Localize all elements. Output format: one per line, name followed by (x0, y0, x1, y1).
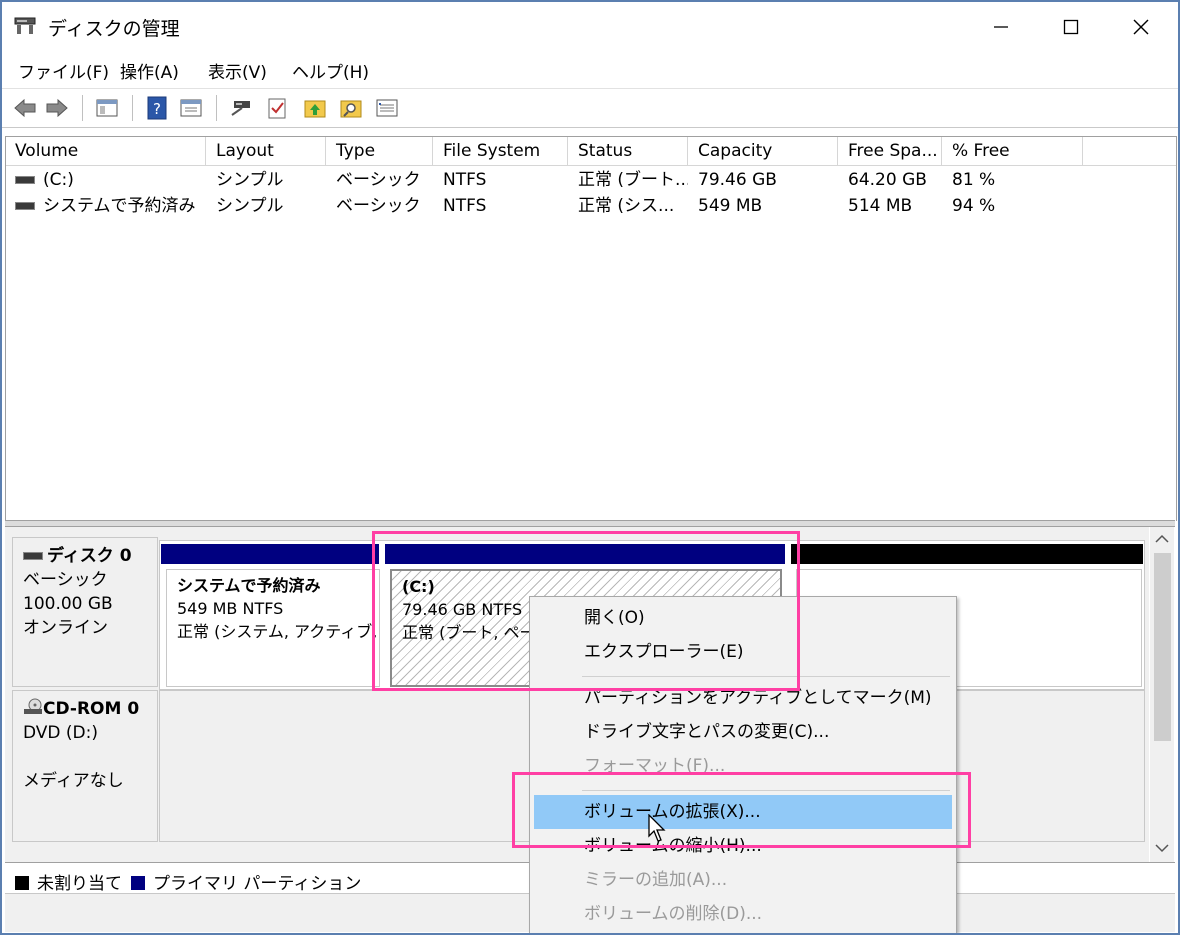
disk-icon (23, 552, 43, 560)
cell-status: 正常 (ブート... (578, 170, 688, 190)
legend-unallocated: 未割り当て (15, 869, 122, 894)
cdrom0-label[interactable]: CD-ROM 0 DVD (D:) メディアなし (12, 690, 158, 842)
connect-icon[interactable] (228, 95, 254, 121)
column-capacity[interactable]: Capacity (689, 137, 838, 165)
unallocated-bar (791, 544, 1143, 564)
window-title: ディスクの管理 (48, 18, 180, 40)
cell-volume: (C:) (6, 167, 206, 193)
scroll-down-icon[interactable] (1154, 842, 1170, 854)
cell-type: ベーシック (336, 196, 421, 216)
primary-swatch (131, 876, 145, 890)
svg-text:?: ? (153, 100, 161, 118)
console-tree-icon[interactable] (94, 95, 120, 121)
cell-percent-free: 94 % (952, 196, 996, 216)
column-file-system[interactable]: File System (434, 137, 568, 165)
cell-percent-free: 81 % (952, 170, 996, 190)
context-menu-change-drive-letter[interactable]: ドライブ文字とパスの変更(C)... (530, 715, 956, 749)
annotation-highlight-c-partition (372, 531, 800, 691)
maximize-button[interactable] (1036, 2, 1106, 52)
cdrom0-drive: DVD (D:) (23, 723, 98, 743)
column-percent-free[interactable]: % Free (943, 137, 1083, 165)
column-layout[interactable]: Layout (207, 137, 326, 165)
properties-icon[interactable] (178, 95, 204, 121)
folder-up-icon[interactable] (302, 95, 328, 121)
table-row[interactable]: システムで予約済み シンプル ベーシック NTFS 正常 (シス... 549 … (6, 193, 1176, 219)
legend-primary-label: プライマリ パーティション (153, 874, 362, 894)
maximize-icon (1063, 19, 1079, 35)
toolbar: ? (2, 88, 1178, 128)
context-menu-add-mirror[interactable]: ミラーの追加(A)... (530, 863, 956, 897)
cell-volume-text: システムで予約済み (43, 196, 196, 216)
title-bar: ディスクの管理 (2, 2, 1178, 52)
folder-search-icon[interactable] (338, 95, 364, 121)
help-icon[interactable]: ? (144, 95, 170, 121)
column-type[interactable]: Type (327, 137, 433, 165)
partition-reserved-size: 549 MB NTFS (177, 599, 284, 618)
menu-help[interactable]: ヘルプ(H) (292, 58, 369, 83)
pane-splitter[interactable] (5, 520, 1175, 527)
legend-unallocated-label: 未割り当て (37, 874, 122, 894)
disk-view-scrollbar[interactable] (1150, 527, 1174, 862)
volume-icon (15, 202, 35, 210)
disk-management-window: ディスクの管理 ファイル(F) 操作(A) 表示(V) ヘルプ(H) ? Vol… (0, 0, 1180, 935)
disk-management-app-icon (14, 17, 36, 34)
cell-free-space: 64.20 GB (848, 170, 927, 190)
toolbar-separator (82, 95, 83, 121)
annotation-highlight-extend-volume (512, 772, 971, 848)
close-icon (1133, 19, 1149, 35)
cdrom-icon (24, 698, 42, 714)
column-volume[interactable]: Volume (6, 137, 206, 165)
cell-capacity: 79.46 GB (698, 170, 777, 190)
cell-free-space: 514 MB (848, 196, 913, 216)
cell-layout: シンプル (216, 170, 284, 190)
cell-type: ベーシック (336, 170, 421, 190)
legend-primary: プライマリ パーティション (131, 869, 361, 894)
menu-view[interactable]: 表示(V) (208, 58, 267, 83)
cell-file-system: NTFS (443, 196, 487, 216)
cell-file-system: NTFS (443, 170, 487, 190)
menu-file[interactable]: ファイル(F) (18, 58, 109, 83)
context-menu-delete-volume[interactable]: ボリュームの削除(D)... (530, 897, 956, 931)
cdrom0-media: メディアなし (23, 771, 124, 791)
menu-bar: ファイル(F) 操作(A) 表示(V) ヘルプ(H) (2, 54, 1178, 84)
back-arrow-icon[interactable] (12, 95, 38, 121)
partition-reserved-bar (161, 544, 379, 564)
disk0-name: ディスク 0 (47, 546, 132, 566)
volume-list: Volume Layout Type File System Status Ca… (5, 136, 1177, 521)
check-icon[interactable] (264, 95, 290, 121)
partition-reserved[interactable]: システムで予約済み 549 MB NTFS 正常 (システム, アクティブ, プ (166, 569, 380, 687)
forward-arrow-icon[interactable] (44, 95, 70, 121)
list-icon[interactable] (374, 95, 400, 121)
table-row[interactable]: (C:) シンプル ベーシック NTFS 正常 (ブート... 79.46 GB… (6, 167, 1176, 193)
close-button[interactable] (1106, 2, 1176, 52)
minimize-button[interactable] (966, 2, 1036, 52)
column-free-space[interactable]: Free Spa... (839, 137, 942, 165)
cell-volume-text: (C:) (43, 170, 74, 190)
volume-icon (15, 176, 35, 184)
disk0-type: ベーシック (23, 570, 108, 590)
disk0-state: オンライン (23, 618, 108, 638)
menu-action[interactable]: 操作(A) (120, 58, 179, 83)
cell-volume: システムで予約済み (6, 193, 206, 219)
disk0-label[interactable]: ディスク 0 ベーシック 100.00 GB オンライン (12, 537, 158, 687)
scroll-up-icon[interactable] (1154, 533, 1170, 545)
toolbar-separator (132, 95, 133, 121)
cell-capacity: 549 MB (698, 196, 763, 216)
partition-reserved-status: 正常 (システム, アクティブ, プ (177, 622, 380, 641)
minimize-icon (994, 26, 1008, 28)
cell-status: 正常 (シス... (578, 196, 675, 216)
partition-reserved-title: システムで予約済み (177, 576, 321, 595)
scrollbar-thumb[interactable] (1154, 553, 1171, 741)
unallocated-swatch (15, 876, 29, 890)
toolbar-separator (216, 95, 217, 121)
volume-list-header: Volume Layout Type File System Status Ca… (6, 137, 1176, 166)
column-status[interactable]: Status (569, 137, 688, 165)
cell-layout: シンプル (216, 196, 284, 216)
cdrom0-name: CD-ROM 0 (43, 699, 140, 719)
disk0-size: 100.00 GB (23, 594, 113, 614)
